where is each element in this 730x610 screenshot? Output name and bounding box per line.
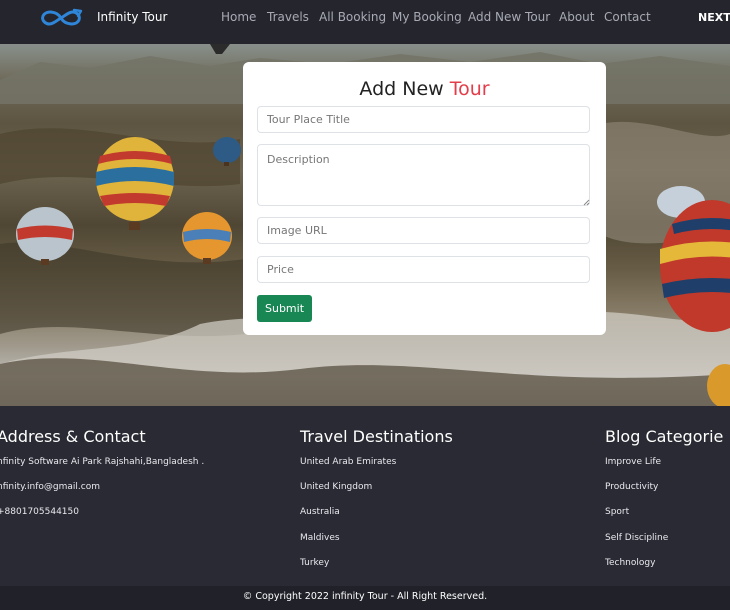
footer-email[interactable]: nfinity.info@gmail.com [0,481,100,493]
form-title-main: Add New [359,78,450,100]
nav-link-all-booking[interactable]: All Booking [319,9,386,25]
footer: Address & Contact nfinity Software Ai Pa… [0,406,730,586]
footer-blog-heading: Blog Categorie [605,427,724,446]
footer-phone[interactable]: +8801705544150 [0,506,79,518]
nav-link-contact[interactable]: Contact [604,9,651,25]
footer-address-column: Address & Contact [0,426,146,448]
nav-link-about[interactable]: About [559,9,594,25]
footer-blog-link[interactable]: Technology [605,557,655,569]
nav-link-home[interactable]: Home [221,9,256,25]
nav-next-button[interactable]: NEXT C [698,10,730,26]
navbar: Infinity Tour Home Travels All Booking M… [0,0,730,44]
footer-blog-column: Blog Categorie [605,426,723,448]
add-tour-form: Add New Tour Submit [243,62,606,335]
nav-link-add-new-tour[interactable]: Add New Tour [468,9,550,25]
copyright-bar: © Copyright 2022 infinity Tour - All Rig… [0,586,730,610]
image-url-input[interactable] [257,217,590,244]
footer-destination-link[interactable]: Australia [300,506,340,518]
footer-address-heading: Address & Contact [0,427,146,446]
footer-destinations-heading: Travel Destinations [300,427,453,446]
footer-blog-link[interactable]: Sport [605,506,629,518]
hero-background: Add New Tour Submit [0,44,730,406]
nav-link-my-booking[interactable]: My Booking [392,9,462,25]
tour-place-title-input[interactable] [257,106,590,133]
infinity-logo-icon[interactable] [38,7,84,29]
footer-destination-link[interactable]: United Kingdom [300,481,372,493]
footer-destination-link[interactable]: Turkey [300,557,329,569]
description-textarea[interactable] [257,144,590,206]
footer-blog-link[interactable]: Improve Life [605,456,661,468]
footer-address-line: nfinity Software Ai Park Rajshahi,Bangla… [0,457,205,467]
footer-destination-link[interactable]: United Arab Emirates [300,456,396,468]
form-title: Add New Tour [243,76,606,102]
resize-grip-icon[interactable] [583,199,590,206]
nav-link-travels[interactable]: Travels [267,9,309,25]
footer-blog-link[interactable]: Self Discipline [605,532,668,544]
submit-button[interactable]: Submit [257,295,312,322]
form-title-accent: Tour [449,78,490,100]
footer-destination-link[interactable]: Maldives [300,532,340,544]
price-input[interactable] [257,256,590,283]
footer-destinations-column: Travel Destinations [300,426,453,448]
brand-name[interactable]: Infinity Tour [97,9,167,25]
footer-blog-link[interactable]: Productivity [605,481,658,493]
